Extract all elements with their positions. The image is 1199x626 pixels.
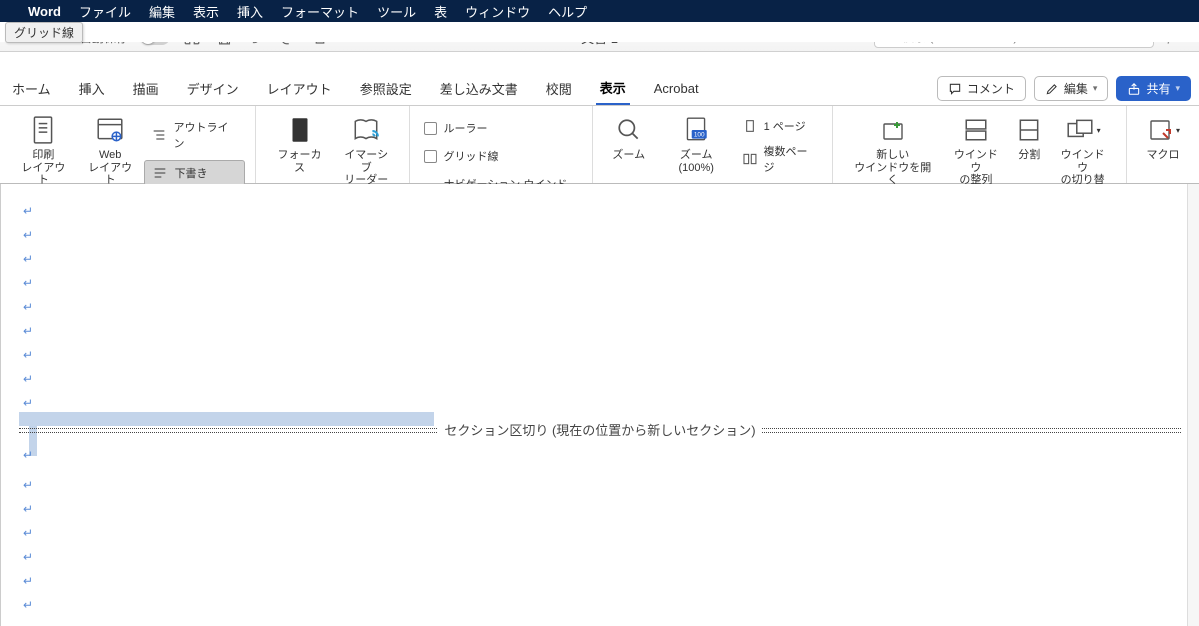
multi-page-button[interactable]: 複数ページ bbox=[738, 141, 822, 177]
magnifier-icon bbox=[616, 117, 642, 143]
section-break: セクション区切り (現在の位置から新しいセクション) bbox=[1, 420, 1199, 439]
paragraph-mark: ↵ bbox=[23, 276, 33, 290]
group-zoom: ズーム 100 ズーム (100%) 1 ページ 複数ページ ページの幅 bbox=[593, 106, 833, 183]
zoom-100-button[interactable]: 100 ズーム (100%) bbox=[655, 112, 738, 176]
vertical-scrollbar[interactable] bbox=[1187, 184, 1199, 626]
ribbon-tabs: ホーム 挿入 描画 デザイン レイアウト 参照設定 差し込み文書 校閲 表示 A… bbox=[0, 72, 1199, 106]
paragraph-mark: ↵ bbox=[23, 502, 33, 516]
web-icon bbox=[95, 115, 125, 145]
switch-icon bbox=[1065, 117, 1095, 143]
menu-format[interactable]: フォーマット bbox=[281, 2, 359, 21]
group-show: ルーラー グリッド線 ナビゲーション ウインドウ bbox=[410, 106, 592, 183]
tab-acrobat[interactable]: Acrobat bbox=[650, 75, 703, 102]
menu-edit[interactable]: 編集 bbox=[149, 2, 175, 21]
tab-insert[interactable]: 挿入 bbox=[75, 73, 109, 104]
tab-review[interactable]: 校閲 bbox=[542, 73, 576, 104]
split-icon bbox=[1016, 117, 1042, 143]
zoom100-icon: 100 bbox=[681, 115, 711, 145]
paragraph-mark: ↵ bbox=[23, 204, 33, 218]
paragraph-mark: ↵ bbox=[23, 478, 33, 492]
draft-icon bbox=[152, 165, 168, 181]
menu-help[interactable]: ヘルプ bbox=[548, 2, 587, 21]
tab-layout[interactable]: レイアウト bbox=[263, 73, 336, 104]
menu-view[interactable]: 表示 bbox=[193, 2, 219, 21]
multi-page-icon bbox=[742, 151, 758, 167]
group-views: 印刷 レイアウト Web レイアウト アウトライン 下書き bbox=[0, 106, 256, 183]
focus-button[interactable]: フォーカス bbox=[266, 112, 333, 176]
ribbon: 印刷 レイアウト Web レイアウト アウトライン 下書き bbox=[0, 106, 1199, 184]
menu-tools[interactable]: ツール bbox=[377, 2, 416, 21]
page-icon bbox=[30, 115, 56, 145]
paragraph-mark: ↵ bbox=[23, 448, 33, 462]
paragraph-mark: ↵ bbox=[23, 252, 33, 266]
paragraph-mark: ↵ bbox=[23, 228, 33, 242]
app-name[interactable]: Word bbox=[28, 4, 61, 19]
paragraph-mark: ↵ bbox=[23, 396, 33, 410]
arrange-icon bbox=[963, 117, 989, 143]
paragraph-mark: ↵ bbox=[23, 348, 33, 362]
svg-text:100: 100 bbox=[694, 131, 705, 138]
paragraph-mark: ↵ bbox=[23, 300, 33, 314]
share-button[interactable]: 共有 ▾ bbox=[1116, 76, 1191, 101]
paragraph-mark: ↵ bbox=[23, 598, 33, 612]
macros-button[interactable]: ▾ マクロ bbox=[1137, 112, 1189, 164]
new-window-button[interactable]: 新しい ウインドウを開く bbox=[843, 112, 943, 189]
group-immersive: フォーカス イマーシブ リーダー bbox=[256, 106, 410, 183]
menu-table[interactable]: 表 bbox=[434, 2, 447, 21]
document-area[interactable]: セクション区切り (現在の位置から新しいセクション) ↵ ↵ ↵ ↵ ↵ ↵ ↵ ↵ ↵ ↵ ↵ ↵ ↵… bbox=[0, 184, 1199, 626]
macros-icon bbox=[1146, 116, 1174, 144]
menu-file[interactable]: ファイル bbox=[79, 2, 131, 21]
menu-insert[interactable]: 挿入 bbox=[237, 2, 263, 21]
tab-references[interactable]: 参照設定 bbox=[356, 73, 416, 104]
zoom-button[interactable]: ズーム bbox=[603, 112, 655, 164]
web-layout-button[interactable]: Web レイアウト bbox=[77, 112, 144, 189]
comment-button[interactable]: コメント bbox=[937, 76, 1026, 101]
outline-button[interactable]: アウトライン bbox=[144, 116, 246, 154]
print-layout-button[interactable]: 印刷 レイアウト bbox=[10, 112, 77, 189]
split-button[interactable]: 分割 bbox=[1009, 112, 1049, 164]
tab-draw[interactable]: 描画 bbox=[129, 73, 163, 104]
one-page-icon bbox=[742, 118, 758, 134]
paragraph-mark: ↵ bbox=[23, 550, 33, 564]
paragraph-mark: ↵ bbox=[23, 372, 33, 386]
share-icon bbox=[1127, 82, 1141, 96]
tooltip-gridlines: グリッド線 bbox=[5, 22, 83, 43]
arrange-button[interactable]: ウインドウ の整列 bbox=[943, 112, 1010, 189]
gridlines-checkbox[interactable]: グリッド線 bbox=[420, 146, 581, 166]
one-page-button[interactable]: 1 ページ bbox=[738, 116, 822, 136]
paragraph-mark: ↵ bbox=[23, 574, 33, 588]
group-macros: ▾ マクロ bbox=[1127, 106, 1199, 183]
paragraph-mark: ↵ bbox=[23, 324, 33, 338]
menu-window[interactable]: ウィンドウ bbox=[465, 2, 530, 21]
new-window-icon bbox=[879, 116, 907, 144]
draft-button[interactable]: 下書き bbox=[144, 160, 246, 186]
reader-icon bbox=[351, 115, 381, 145]
mac-menu-bar: Word ファイル 編集 表示 挿入 フォーマット ツール 表 ウィンドウ ヘル… bbox=[0, 0, 1199, 22]
focus-icon bbox=[287, 115, 313, 145]
tab-home[interactable]: ホーム bbox=[8, 73, 55, 104]
comment-icon bbox=[948, 82, 962, 96]
ruler-checkbox[interactable]: ルーラー bbox=[420, 118, 581, 138]
tab-mailings[interactable]: 差し込み文書 bbox=[436, 73, 522, 104]
tab-view[interactable]: 表示 bbox=[596, 72, 630, 105]
group-window: 新しい ウインドウを開く ウインドウ の整列 分割 ▾ ウインドウ の切り替え bbox=[833, 106, 1127, 183]
outline-icon bbox=[151, 127, 167, 143]
edit-button[interactable]: 編集 ▾ bbox=[1034, 76, 1109, 101]
pencil-icon bbox=[1045, 82, 1059, 96]
tab-design[interactable]: デザイン bbox=[183, 73, 243, 104]
paragraph-mark: ↵ bbox=[23, 526, 33, 540]
immersive-reader-button[interactable]: イマーシブ リーダー bbox=[333, 112, 400, 189]
